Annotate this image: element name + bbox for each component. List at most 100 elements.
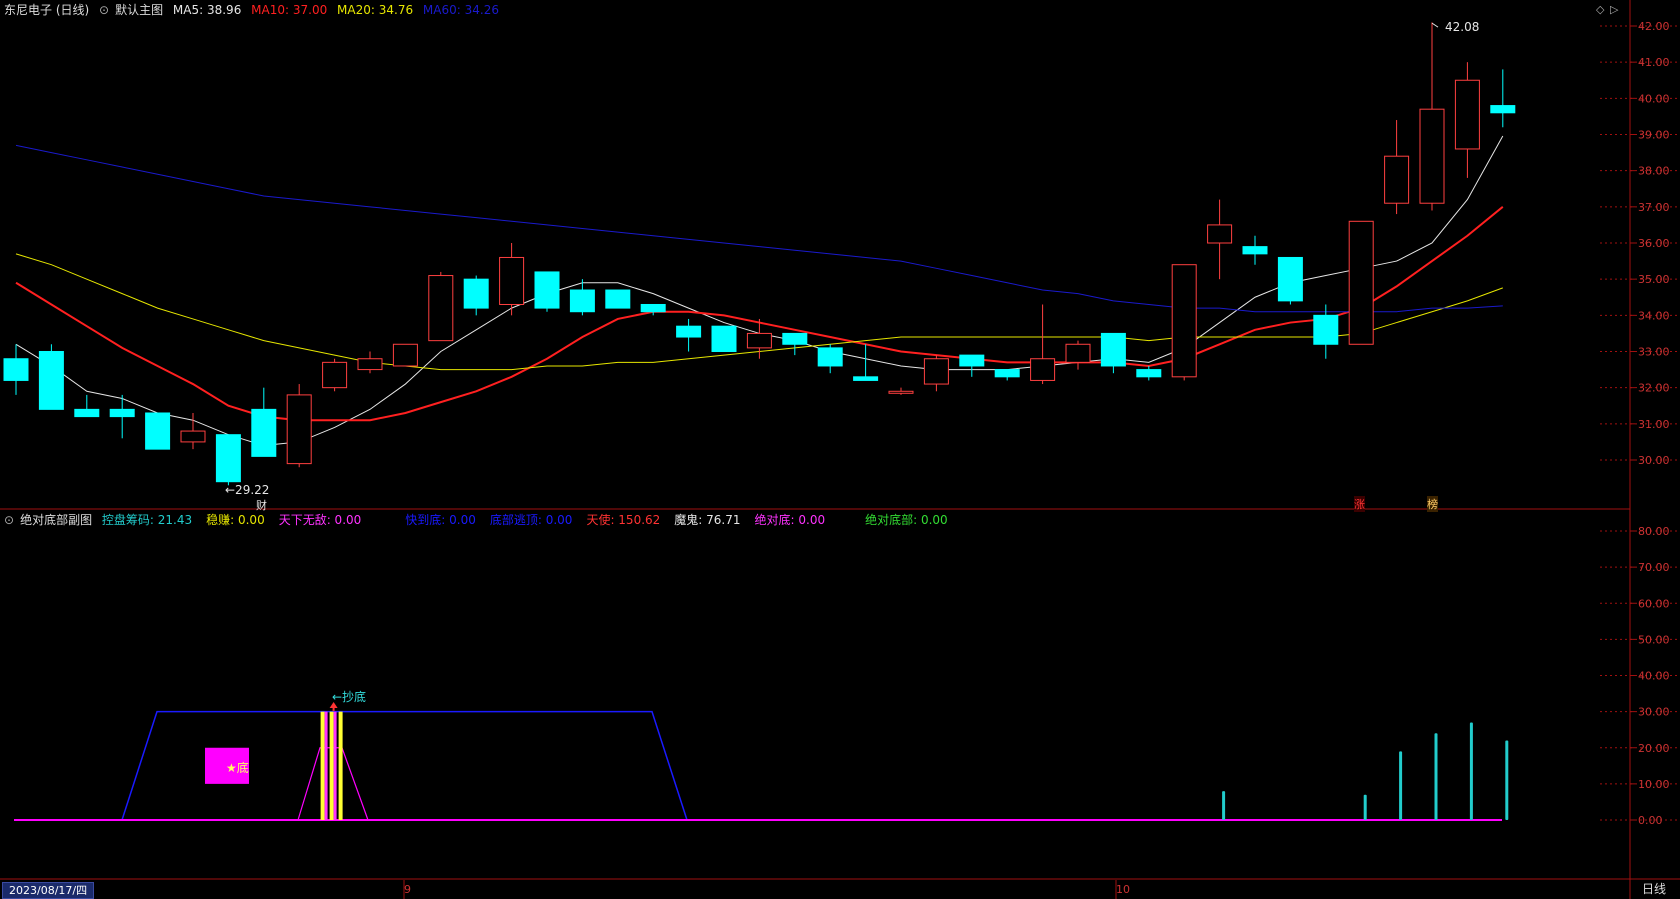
ma5-value: MA5: 38.96 — [172, 3, 242, 17]
candle-34 — [1207, 199, 1233, 280]
ma10-value: MA10: 37.00 — [251, 3, 328, 17]
sub-header: ⊙ 绝对底部副图 控盘筹码: 21.43 稳赚: 0.00 天下无敌: 0.00 快到底… — [4, 511, 960, 529]
candle-body-up — [746, 332, 772, 349]
main-y-tick-label: 35.00 — [1638, 273, 1670, 286]
candle-body-down — [640, 303, 666, 313]
annot-zhang-marker[interactable]: 涨 — [1354, 496, 1365, 512]
candle-body-up — [357, 358, 383, 371]
candle-body-down — [676, 325, 702, 338]
signal-bar-stripe-1 — [324, 711, 328, 820]
ma60-value: MA60: 34.26 — [422, 3, 499, 17]
candle-19 — [676, 318, 702, 352]
sub-indicator-1: 稳赚: 0.00 — [206, 513, 265, 527]
candle-37 — [1313, 304, 1339, 359]
candle-17 — [605, 289, 631, 309]
main-y-tick-label: 36.00 — [1638, 237, 1670, 250]
main-y-tick-label: 32.00 — [1638, 382, 1670, 395]
annot-bang-marker[interactable]: 榜 — [1427, 496, 1438, 512]
candle-23 — [817, 344, 843, 374]
candle-body-down — [3, 358, 29, 381]
sub-indicator-0: 控盘筹码: 21.43 — [101, 513, 193, 527]
sub-chart-name[interactable]: 绝对底部副图 — [20, 513, 92, 527]
candle-27 — [959, 354, 985, 377]
candle-16 — [569, 279, 595, 316]
candle-0 — [3, 344, 29, 395]
annot-low-value: ←29.22 — [225, 483, 270, 497]
candle-25 — [888, 387, 914, 395]
chart-settings-icon[interactable]: ⊙ — [99, 3, 109, 17]
candle-14 — [499, 243, 525, 316]
month-label-10: 10 — [1116, 883, 1130, 896]
candle-body-down — [853, 376, 879, 381]
candle-39 — [1384, 120, 1410, 215]
main-y-tick-label: 40.00 — [1638, 92, 1670, 105]
candle-body-up — [1030, 358, 1056, 381]
period-selector[interactable]: 日线 — [1642, 880, 1666, 897]
sub-indicator-5: 天使: 150.62 — [586, 513, 661, 527]
main-chart-name[interactable]: 默认主图 — [115, 3, 163, 17]
diamond-icon[interactable]: ◇ — [1596, 3, 1604, 16]
candle-30 — [1065, 340, 1091, 370]
candle-9 — [322, 358, 348, 392]
sub-chart-panel[interactable]: 0.00 10.00 20.00 30.00 40.00 50.00 60.00 70.00 8… — [0, 525, 1680, 899]
arrow-right-icon[interactable]: ▷ — [1610, 3, 1618, 16]
signal-bar-stripe-0 — [320, 711, 325, 820]
sub-settings-icon[interactable]: ⊙ — [4, 513, 14, 527]
stock-title[interactable]: 东尼电子 (日线) — [4, 3, 89, 17]
candle-body-up — [180, 430, 206, 443]
sub-y-tick-label: 70.00 — [1638, 561, 1670, 574]
candle-6 — [215, 434, 241, 486]
main-y-tick-label: 34.00 — [1638, 309, 1670, 322]
candle-15 — [534, 271, 560, 312]
candle-body-down — [1100, 332, 1126, 367]
cyan-bar-5 — [1505, 740, 1509, 820]
candle-body-up — [1065, 343, 1091, 363]
candle-body-down — [38, 351, 64, 410]
cyan-bar-0 — [1222, 791, 1226, 820]
candle-body-down — [605, 289, 631, 309]
candle-body-up — [428, 275, 454, 342]
candle-body-up — [923, 358, 949, 385]
main-y-tick-label: 39.00 — [1638, 129, 1670, 142]
candle-body-down — [1490, 105, 1516, 114]
main-y-tick-label: 37.00 — [1638, 201, 1670, 214]
candle-32 — [1136, 365, 1162, 381]
candle-42 — [1490, 69, 1516, 128]
cyan-bar-4 — [1469, 722, 1473, 820]
main-chart-panel[interactable]: 30.00 31.00 32.00 33.00 34.00 35.00 36.00 37.00… — [0, 0, 1680, 899]
candle-40 — [1419, 22, 1445, 211]
candle-body-down — [782, 332, 808, 345]
candle-24 — [853, 344, 879, 381]
main-y-tick-label: 30.00 — [1638, 454, 1670, 467]
candle-11 — [392, 343, 418, 367]
date-cursor-label: 2023/08/17/四 — [2, 882, 95, 899]
candle-body-up — [322, 361, 348, 389]
candle-body-down — [817, 347, 843, 367]
candle-28 — [994, 369, 1020, 381]
sub-y-tick-label: 20.00 — [1638, 742, 1670, 755]
candle-22 — [782, 332, 808, 356]
candle-body-down — [711, 325, 737, 352]
candle-38 — [1348, 220, 1374, 345]
sub-indicator-3: 快到底: 0.00 — [405, 513, 476, 527]
candle-8 — [286, 384, 312, 468]
candle-body-up — [499, 256, 525, 305]
candle-body-up — [888, 390, 914, 394]
candle-body-up — [392, 343, 418, 367]
cyan-bar-3 — [1434, 733, 1438, 820]
candle-1 — [38, 344, 64, 410]
sub-y-tick-label: 60.00 — [1638, 597, 1670, 610]
candle-body-up — [1384, 155, 1410, 204]
annot-cai-marker[interactable]: 财 — [256, 497, 267, 513]
candle-body-up — [1348, 220, 1374, 345]
signal-bar-stripe-3 — [333, 711, 337, 820]
candle-body-down — [994, 369, 1020, 378]
candle-body-down — [463, 278, 489, 309]
sub-indicator-8: 绝对底部: 0.00 — [865, 513, 948, 527]
month-label-9: 9 — [404, 883, 411, 896]
candle-33 — [1171, 264, 1197, 381]
ma20-value: MA20: 34.76 — [337, 3, 414, 17]
candle-31 — [1100, 332, 1126, 374]
candle-20 — [711, 325, 737, 352]
candle-12 — [428, 271, 454, 342]
